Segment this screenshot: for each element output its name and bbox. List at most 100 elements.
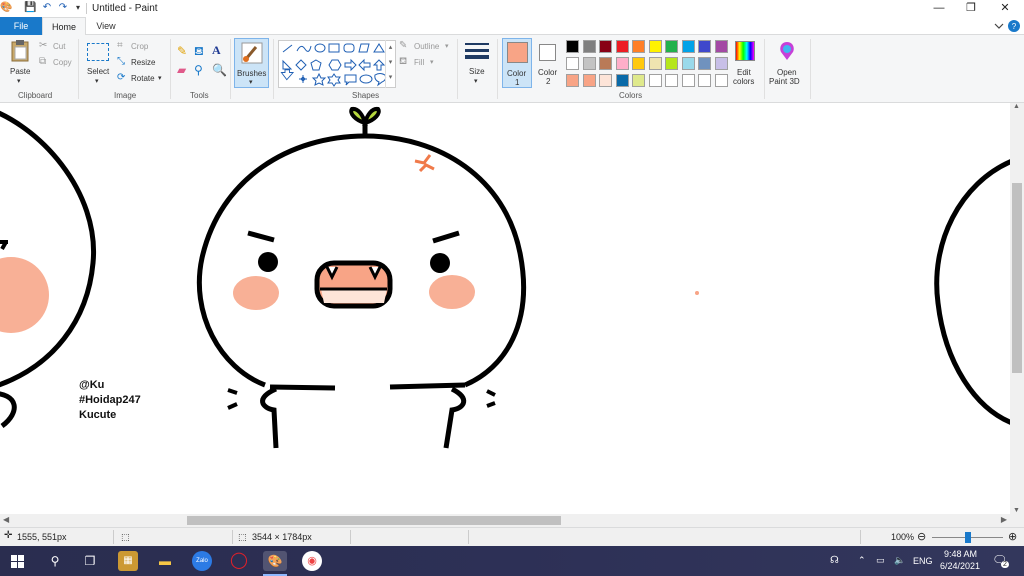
palette-swatch[interactable] [582,40,596,53]
palette-swatch[interactable] [681,40,695,53]
volume-icon[interactable]: 🔈 [894,555,905,566]
palette-swatch[interactable] [714,40,728,53]
fill-dropdown-icon[interactable]: ▾ [430,58,434,66]
scroll-right-icon[interactable]: ▶ [1001,515,1007,524]
select-icon[interactable] [87,43,109,61]
horizontal-scrollbar[interactable]: ◀ ▶ [0,514,1010,527]
palette-swatch[interactable] [582,74,596,87]
select-dropdown-icon[interactable]: ▾ [95,77,99,85]
redo-icon[interactable]: ↷ [57,2,69,14]
collapse-ribbon-icon[interactable] [994,23,1004,29]
pencil-icon[interactable]: ✎ [177,45,187,57]
vertical-scrollbar[interactable]: ▲ ▼ [1010,103,1024,514]
palette-swatch[interactable] [615,74,629,87]
palette-swatch[interactable] [698,74,711,87]
rotate-label[interactable]: Rotate [131,74,155,83]
brushes-button[interactable]: Brushes ▾ [234,38,269,88]
clock-date[interactable]: 6/24/2021 [940,561,980,571]
palette-swatch[interactable] [714,74,728,87]
open-paint3d-button[interactable]: Open Paint 3D [768,38,806,88]
palette-swatch[interactable] [698,57,711,70]
paste-icon[interactable] [8,39,32,63]
undo-icon[interactable]: ↶ [41,2,53,14]
palette-swatch[interactable] [599,57,612,70]
palette-swatch[interactable] [582,57,596,70]
outline-dropdown-icon[interactable]: ▾ [445,42,449,50]
clock-time[interactable]: 9:48 AM [944,549,977,559]
maximize-button[interactable]: ❐ [954,0,988,17]
palette-swatch[interactable] [566,57,579,70]
windows-start-icon[interactable] [11,555,24,568]
color-picker-icon[interactable]: ⚲ [194,64,203,76]
copy-label[interactable]: Copy [53,58,72,67]
edit-colors-button[interactable]: Edit colors [732,38,760,88]
rotate-icon[interactable]: ⟳ [117,72,125,84]
drawing-canvas[interactable]: @Ku #Hoidap247 Kucute [0,103,1010,514]
palette-swatch[interactable] [632,40,645,53]
shapes-gallery[interactable] [278,40,396,88]
resize-label[interactable]: Resize [131,58,155,67]
vertical-scroll-thumb[interactable] [1012,183,1022,373]
zoom-slider-thumb[interactable] [964,532,971,543]
input-language[interactable]: ENG [913,556,933,566]
zalo-icon[interactable]: Zalo [192,551,212,571]
magnifier-icon[interactable]: 🔍 [212,64,227,76]
palette-swatch[interactable] [681,74,695,87]
palette-swatch[interactable] [665,40,678,53]
file-explorer-icon[interactable]: ▬ [155,551,175,571]
palette-swatch[interactable] [566,40,579,53]
palette-swatch[interactable] [615,57,629,70]
horizontal-scroll-thumb[interactable] [187,516,561,525]
copy-icon[interactable]: ⧉ [39,56,46,68]
outline-label[interactable]: Outline [414,42,439,51]
crop-icon[interactable]: ⌗ [117,40,123,52]
shapes-gallery-scroll[interactable]: ▴ ▾ ▾ [385,40,395,88]
palette-swatch[interactable] [648,74,662,87]
fill-icon[interactable]: ⛾ [399,56,407,68]
palette-swatch[interactable] [681,57,695,70]
opera-icon[interactable]: ◯ [229,551,249,571]
fill-bucket-icon[interactable]: ⛾ [194,45,204,57]
paint-app-icon[interactable]: 🎨 [0,2,12,14]
palette-swatch[interactable] [615,40,629,53]
search-icon[interactable]: ⚲ [45,551,65,571]
palette-swatch[interactable] [599,74,612,87]
color1-button[interactable]: Color 1 [502,38,532,88]
minimize-button[interactable]: — [922,0,956,17]
palette-swatch[interactable] [566,74,579,87]
crop-label[interactable]: Crop [131,42,148,51]
palette-swatch[interactable] [665,57,678,70]
resize-icon[interactable]: ⤡ [117,56,125,68]
color2-button[interactable]: Color 2 [534,38,564,88]
select-label[interactable]: Select [87,67,109,76]
cut-label[interactable]: Cut [53,42,65,51]
tab-home[interactable]: Home [42,17,86,36]
paste-label[interactable]: Paste [10,67,30,76]
rotate-dropdown-icon[interactable]: ▾ [158,74,162,82]
text-icon[interactable]: A [212,44,221,56]
outline-icon[interactable]: ✎ [399,40,407,52]
paint-taskbar-icon[interactable]: 🎨 [263,551,287,571]
cut-icon[interactable]: ✂ [39,40,47,52]
tab-file[interactable]: File [0,17,42,35]
save-icon[interactable]: 💾 [24,2,36,14]
zoom-in-button[interactable]: ⊕ [1008,530,1017,543]
paste-dropdown-icon[interactable]: ▾ [17,77,21,85]
palette-swatch[interactable] [599,40,612,53]
tab-view[interactable]: View [86,17,126,35]
palette-swatch[interactable] [665,74,678,87]
close-button[interactable]: ✕ [988,0,1022,17]
battery-icon[interactable]: ▭ [876,555,885,566]
scroll-down-icon[interactable]: ▼ [1013,507,1020,514]
zoom-out-button[interactable]: ⊖ [917,530,926,543]
app-store-icon[interactable]: ▦ [118,551,138,571]
scroll-up-icon[interactable]: ▲ [1013,103,1020,110]
palette-swatch[interactable] [714,57,728,70]
palette-swatch[interactable] [648,57,662,70]
palette-swatch[interactable] [632,74,645,87]
people-icon[interactable]: ☊ [830,555,839,566]
show-hidden-icons[interactable]: ⌃ [858,555,866,566]
task-view-icon[interactable]: ❐ [80,551,100,571]
eraser-icon[interactable]: ▰ [177,64,186,76]
scroll-left-icon[interactable]: ◀ [3,515,9,524]
